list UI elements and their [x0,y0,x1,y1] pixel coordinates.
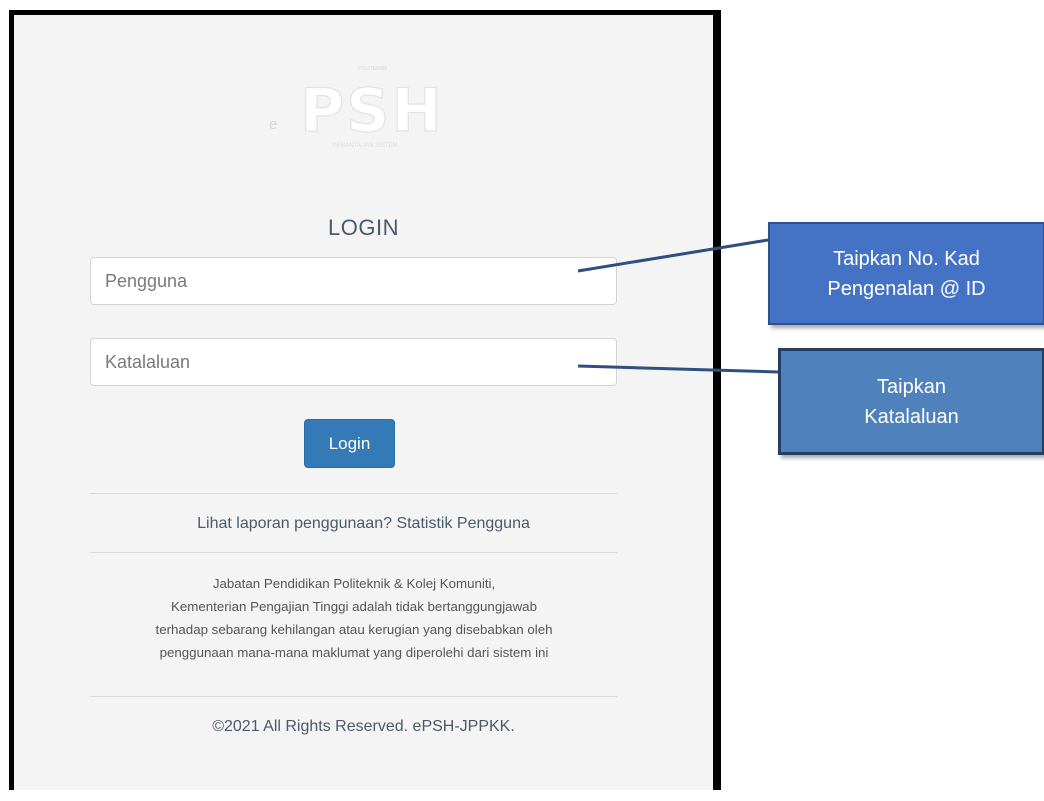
copyright-text: ©2021 All Rights Reserved. ePSH-JPPKK. [212,718,515,735]
usage-report-question: Lihat laporan penggunaan? [197,515,392,532]
callout-line: Taipkan [877,375,946,398]
password-hint-callout: Taipkan Katalaluan [778,348,1044,455]
user-statistics-link[interactable]: Statistik Pengguna [396,515,529,532]
usage-report-line: Lihat laporan penggunaan? Statistik Peng… [14,515,713,533]
divider [90,552,617,553]
svg-text:PSH: PSH [300,76,443,146]
divider [90,493,617,494]
divider [90,696,617,697]
login-button[interactable]: Login [304,419,395,468]
callout-line: Pengenalan @ ID [827,277,986,300]
epsh-logo: POLITEKNIK e PSH PEMANTAUAN SISTEM [269,66,443,149]
login-title: LOGIN [328,215,399,240]
svg-text:e: e [269,116,277,133]
svg-text:PEMANTAUAN SISTEM: PEMANTAUAN SISTEM [332,143,397,149]
username-hint-callout: Taipkan No. Kad Pengenalan @ ID [768,222,1044,325]
password-input[interactable] [90,338,617,386]
callout-line: Taipkan No. Kad [833,247,980,270]
callout-line: Katalaluan [864,405,959,428]
disclaimer-line: terhadap sebarang kehilangan atau kerugi… [155,622,553,637]
username-input[interactable] [90,257,617,305]
disclaimer-line: Jabatan Pendidikan Politeknik & Kolej Ko… [212,576,496,591]
svg-text:POLITEKNIK: POLITEKNIK [358,66,388,72]
disclaimer-line: Kementerian Pengajian Tinggi adalah tida… [171,599,537,614]
disclaimer-text: Jabatan Pendidikan Politeknik & Kolej Ko… [54,572,654,664]
login-panel: POLITEKNIK e PSH PEMANTAUAN SISTEM LOGIN… [9,10,721,790]
disclaimer-line: penggunaan mana-mana maklumat yang diper… [159,645,549,660]
